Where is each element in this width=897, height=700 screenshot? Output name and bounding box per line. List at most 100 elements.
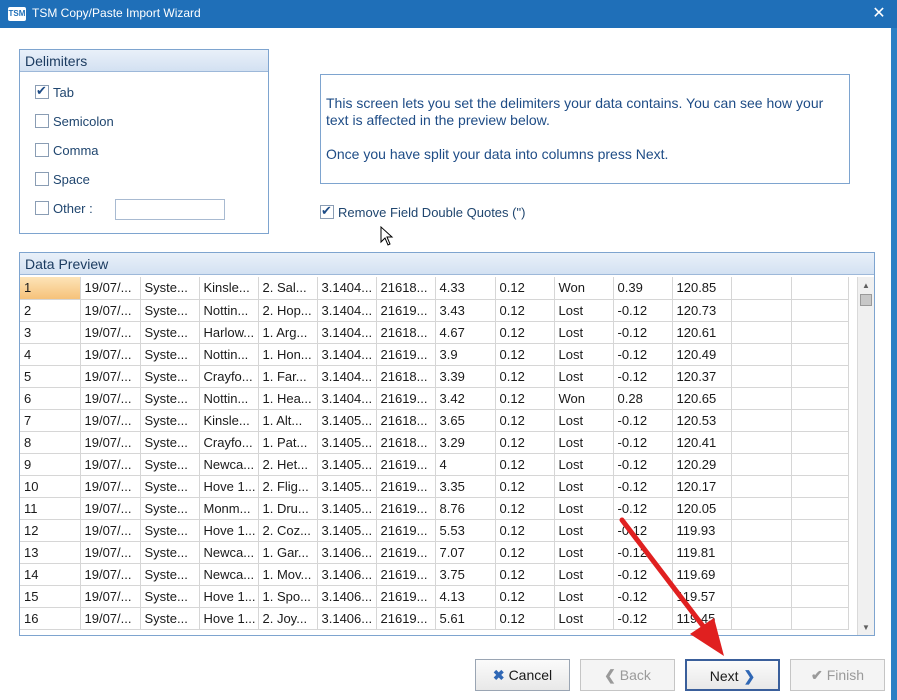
table-cell[interactable]: Syste... xyxy=(140,541,200,564)
table-cell[interactable]: Hove 1... xyxy=(199,607,259,630)
other-checkbox[interactable] xyxy=(35,201,49,215)
table-cell[interactable]: 6 xyxy=(20,387,81,410)
remove-quotes-option[interactable]: Remove Field Double Quotes (") xyxy=(320,203,525,220)
table-cell[interactable]: Nottin... xyxy=(199,299,259,322)
table-cell[interactable]: Syste... xyxy=(140,387,200,410)
table-cell[interactable] xyxy=(731,607,792,630)
preview-scrollbar[interactable]: ▲ ▼ xyxy=(857,277,874,635)
table-cell[interactable]: -0.12 xyxy=(613,343,673,366)
table-cell[interactable]: 3.1405... xyxy=(317,409,377,432)
table-cell[interactable]: Syste... xyxy=(140,585,200,608)
table-cell[interactable]: 3.1404... xyxy=(317,343,377,366)
table-cell[interactable]: 3.35 xyxy=(435,475,496,498)
table-row[interactable]: 7 19/07/... Syste... Kinsle... 1. Alt... 3.14… xyxy=(20,409,849,432)
table-cell[interactable] xyxy=(791,585,849,608)
table-cell[interactable] xyxy=(791,343,849,366)
table-cell[interactable]: 3.1404... xyxy=(317,299,377,322)
table-cell[interactable]: 5 xyxy=(20,365,81,388)
table-cell[interactable]: 0.28 xyxy=(613,387,673,410)
table-cell[interactable]: Syste... xyxy=(140,299,200,322)
table-cell[interactable] xyxy=(791,365,849,388)
table-cell[interactable]: 119.45 xyxy=(672,607,732,630)
table-row[interactable]: 13 19/07/... Syste... Newca... 1. Gar... 3.14… xyxy=(20,541,849,564)
table-cell[interactable]: 12 xyxy=(20,519,81,542)
table-cell[interactable]: 120.53 xyxy=(672,409,732,432)
table-cell[interactable]: -0.12 xyxy=(613,431,673,454)
table-cell[interactable]: -0.12 xyxy=(613,519,673,542)
table-cell[interactable] xyxy=(791,475,849,498)
table-cell[interactable]: 21619... xyxy=(376,387,436,410)
delimiter-tab[interactable]: Tab xyxy=(35,83,74,103)
table-cell[interactable]: 1. Dru... xyxy=(258,497,318,520)
table-cell[interactable]: 8.76 xyxy=(435,497,496,520)
table-cell[interactable]: 4 xyxy=(20,343,81,366)
table-cell[interactable]: Lost xyxy=(554,475,614,498)
table-cell[interactable]: 8 xyxy=(20,431,81,454)
table-cell[interactable]: 0.12 xyxy=(495,563,555,586)
table-cell[interactable]: 19/07/... xyxy=(80,453,141,476)
close-icon[interactable]: ✕ xyxy=(861,0,897,28)
table-cell[interactable] xyxy=(731,497,792,520)
table-cell[interactable]: Won xyxy=(554,277,614,300)
table-row[interactable]: 10 19/07/... Syste... Hove 1... 2. Flig... 3.… xyxy=(20,475,849,498)
delimiter-space[interactable]: Space xyxy=(35,172,90,190)
table-cell[interactable]: Lost xyxy=(554,431,614,454)
table-cell[interactable]: 3.1406... xyxy=(317,607,377,630)
table-cell[interactable]: Syste... xyxy=(140,607,200,630)
table-cell[interactable]: 1. Pat... xyxy=(258,431,318,454)
table-cell[interactable]: Kinsle... xyxy=(199,277,259,300)
table-cell[interactable] xyxy=(791,607,849,630)
table-cell[interactable]: 3.1404... xyxy=(317,321,377,344)
table-cell[interactable]: Lost xyxy=(554,365,614,388)
table-cell[interactable]: 120.85 xyxy=(672,277,732,300)
table-cell[interactable]: 21618... xyxy=(376,321,436,344)
table-cell[interactable]: 3.1404... xyxy=(317,387,377,410)
delimiter-comma[interactable]: Comma xyxy=(35,143,99,161)
table-cell[interactable]: 21618... xyxy=(376,409,436,432)
table-cell[interactable]: 2. Coz... xyxy=(258,519,318,542)
table-cell[interactable]: -0.12 xyxy=(613,299,673,322)
table-cell[interactable]: 3.1406... xyxy=(317,541,377,564)
table-cell[interactable] xyxy=(731,365,792,388)
table-cell[interactable]: 10 xyxy=(20,475,81,498)
table-row[interactable]: 1 19/07/... Syste... Kinsle... 2. Sal... 3.14… xyxy=(20,277,849,300)
table-cell[interactable]: 21619... xyxy=(376,519,436,542)
table-cell[interactable] xyxy=(791,453,849,476)
table-cell[interactable] xyxy=(791,541,849,564)
tab-checkbox[interactable] xyxy=(35,83,49,99)
table-cell[interactable] xyxy=(791,563,849,586)
table-cell[interactable]: 21618... xyxy=(376,365,436,388)
table-cell[interactable]: 120.49 xyxy=(672,343,732,366)
table-row[interactable]: 15 19/07/... Syste... Hove 1... 1. Spo... 3.1… xyxy=(20,585,849,608)
table-cell[interactable]: Syste... xyxy=(140,409,200,432)
semicolon-checkbox[interactable] xyxy=(35,114,49,128)
table-cell[interactable]: 3.1405... xyxy=(317,453,377,476)
table-cell[interactable]: Lost xyxy=(554,409,614,432)
table-cell[interactable]: Lost xyxy=(554,497,614,520)
table-row[interactable]: 12 19/07/... Syste... Hove 1... 2. Coz... 3.1… xyxy=(20,519,849,542)
table-cell[interactable]: Syste... xyxy=(140,563,200,586)
table-cell[interactable] xyxy=(731,387,792,410)
table-cell[interactable]: 16 xyxy=(20,607,81,630)
cancel-button[interactable]: ✖ Cancel xyxy=(475,659,570,691)
table-cell[interactable]: Syste... xyxy=(140,365,200,388)
table-cell[interactable]: Syste... xyxy=(140,431,200,454)
table-cell[interactable]: -0.12 xyxy=(613,497,673,520)
table-cell[interactable]: Syste... xyxy=(140,475,200,498)
table-cell[interactable]: 3.1405... xyxy=(317,475,377,498)
table-cell[interactable]: Lost xyxy=(554,453,614,476)
scroll-thumb[interactable] xyxy=(860,294,872,306)
table-cell[interactable]: 120.41 xyxy=(672,431,732,454)
table-cell[interactable]: 19/07/... xyxy=(80,607,141,630)
table-cell[interactable]: 21618... xyxy=(376,431,436,454)
table-cell[interactable]: Syste... xyxy=(140,453,200,476)
table-cell[interactable]: Lost xyxy=(554,541,614,564)
table-cell[interactable]: 7 xyxy=(20,409,81,432)
table-cell[interactable]: -0.12 xyxy=(613,475,673,498)
table-cell[interactable]: Crayfo... xyxy=(199,365,259,388)
table-cell[interactable]: 3.1406... xyxy=(317,585,377,608)
table-cell[interactable]: 19/07/... xyxy=(80,497,141,520)
table-cell[interactable]: Newca... xyxy=(199,453,259,476)
table-cell[interactable]: 0.12 xyxy=(495,277,555,300)
table-cell[interactable]: 0.12 xyxy=(495,343,555,366)
